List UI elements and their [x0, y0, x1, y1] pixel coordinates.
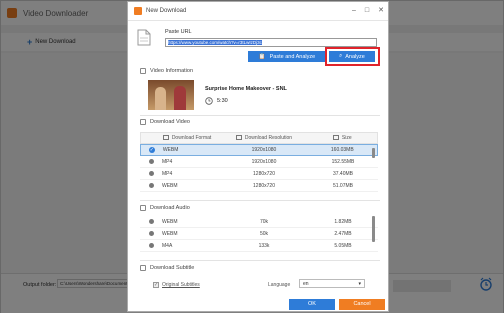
resolution-icon	[235, 135, 242, 141]
audio-bitrate: 70k	[259, 218, 269, 225]
subtitle-icon	[140, 265, 146, 271]
dialog-title: New Download	[146, 8, 187, 14]
audio-size: 5.05MB	[334, 242, 352, 249]
dialog-titlebar: New Download	[128, 2, 388, 21]
language-label: Language	[268, 282, 291, 288]
radio-dot-icon	[148, 159, 154, 164]
clock-icon	[205, 97, 213, 105]
video-row[interactable]: MP4 1280x720 37.40MB	[140, 168, 378, 180]
video-resolution: 1280x720	[253, 182, 275, 189]
audio-size: 2.47MB	[334, 230, 352, 237]
download-subtitle-header: Download Subtitle	[140, 265, 194, 271]
audio-size: 1.82MB	[334, 218, 352, 225]
video-table-header: Download Format Download Resolution Size	[140, 132, 378, 144]
minimize-icon[interactable]: –	[352, 7, 356, 14]
video-scrollbar[interactable]	[372, 148, 375, 158]
audio-bitrate: 133k	[258, 242, 270, 249]
format-header: Download Format	[171, 135, 212, 141]
original-subtitles-option[interactable]: ✓ Original Subtitles	[153, 282, 200, 288]
divider	[140, 200, 380, 201]
checkbox[interactable]: ✓	[153, 282, 159, 288]
audio-format: WEBM	[162, 218, 178, 225]
video-icon	[140, 119, 146, 125]
audio-row[interactable]: M4A 133k 5.05MB	[140, 240, 378, 252]
download-audio-label: Download Audio	[150, 205, 190, 211]
cancel-button[interactable]: Cancel	[339, 299, 385, 310]
video-info-header: Video Information	[140, 68, 193, 74]
new-download-dialog: New Download – □ ✕ Paste URL https://www…	[127, 1, 389, 312]
window-controls: – □ ✕	[352, 7, 384, 14]
highlight-box	[325, 47, 380, 66]
video-resolution: 1920x1080	[251, 147, 277, 153]
video-size: 160.03MB	[330, 147, 354, 153]
radio-dot-icon	[148, 219, 154, 224]
video-format-table: Download Format Download Resolution Size…	[140, 132, 378, 192]
download-video-label: Download Video	[150, 119, 190, 125]
video-info-label: Video Information	[150, 68, 194, 74]
video-size: 152.55MB	[331, 158, 355, 165]
paste-and-analyze-label: Paste and Analyze	[269, 53, 316, 60]
audio-scrollbar[interactable]	[372, 216, 375, 242]
original-subtitles-label: Original Subtitles	[162, 282, 200, 288]
resolution-header: Download Resolution	[244, 135, 293, 141]
video-format: MP4	[162, 158, 173, 165]
radio-dot-icon	[148, 183, 154, 188]
audio-row[interactable]: WEBM 50k 2.47MB	[140, 228, 378, 240]
download-video-header: Download Video	[140, 119, 190, 125]
paste-url-label: Paste URL	[165, 29, 192, 35]
radio-dot-icon	[148, 231, 154, 236]
radio-dot-icon	[148, 171, 154, 176]
audio-format: WEBM	[162, 230, 178, 237]
document-icon	[137, 29, 151, 46]
divider	[140, 260, 380, 261]
dialog-logo-icon	[134, 7, 142, 15]
url-input[interactable]: https://www.youtube.com/watch?v=r3tLwIzD…	[165, 38, 377, 47]
video-duration: 5:30	[217, 98, 228, 104]
video-row[interactable]: WEBM 1280x720 51.07MB	[140, 180, 378, 192]
audio-row[interactable]: WEBM 70k 1.82MB	[140, 216, 378, 228]
audio-bitrate: 50k	[259, 230, 269, 237]
video-resolution: 1920x1080	[251, 158, 277, 165]
paste-and-analyze-button[interactable]: 📋 Paste and Analyze	[248, 51, 326, 62]
chevron-down-icon: ▾	[358, 281, 361, 287]
video-format: MP4	[162, 170, 173, 177]
video-row-selected[interactable]: ✓ WEBM 1920x1080 160.03MB	[140, 144, 378, 156]
language-value: en	[303, 281, 309, 287]
maximize-icon[interactable]: □	[365, 7, 369, 14]
size-icon	[332, 135, 339, 141]
video-row[interactable]: MP4 1920x1080 152.55MB	[140, 156, 378, 168]
size-header: Size	[341, 135, 352, 141]
clipboard-icon: 📋	[258, 53, 266, 60]
video-size: 37.40MB	[332, 170, 353, 177]
video-resolution: 1280x720	[253, 170, 275, 177]
video-format: WEBM	[162, 147, 179, 153]
format-icon	[162, 135, 169, 141]
download-subtitle-label: Download Subtitle	[150, 265, 195, 271]
info-icon	[140, 68, 146, 74]
video-format: WEBM	[162, 182, 178, 189]
radio-dot-icon	[148, 243, 154, 248]
video-size: 51.07MB	[332, 182, 353, 189]
download-audio-header: Download Audio	[140, 205, 190, 211]
close-icon[interactable]: ✕	[378, 7, 384, 14]
audio-format-table: WEBM 70k 1.82MB WEBM 50k 2.47MB M4A 133k…	[140, 216, 378, 252]
video-thumbnail	[148, 80, 194, 110]
audio-format: M4A	[162, 242, 173, 249]
video-title: Surprise Home Makeover - SNL	[205, 86, 287, 92]
divider	[140, 115, 380, 116]
selected-check-icon: ✓	[148, 147, 155, 153]
url-value: https://www.youtube.com/watch?v=r3tLwIzD…	[168, 40, 262, 45]
ok-button[interactable]: OK	[289, 299, 335, 310]
language-select[interactable]: en ▾	[299, 279, 365, 288]
music-note-icon	[140, 205, 146, 211]
